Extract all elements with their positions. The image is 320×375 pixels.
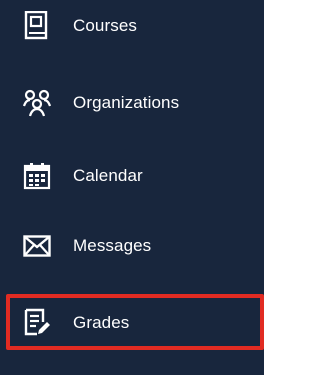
organizations-icon [22,88,52,118]
sidebar-item-organizations[interactable]: Organizations [0,75,264,131]
sidebar-item-messages[interactable]: Messages [0,218,264,274]
highlight-box-grades [6,294,264,350]
courses-icon [22,11,52,41]
calendar-icon [22,161,52,191]
sidebar-item-calendar[interactable]: Calendar [0,148,264,204]
sidebar-item-label: Courses [73,16,138,35]
messages-icon [22,231,52,261]
sidebar-nav: Courses Organizations Calendar Messages … [0,0,264,375]
sidebar-item-courses[interactable]: Courses [0,0,264,54]
sidebar-item-label: Messages [73,236,152,255]
sidebar-item-label: Calendar [73,166,143,185]
sidebar-item-label: Organizations [73,93,180,112]
